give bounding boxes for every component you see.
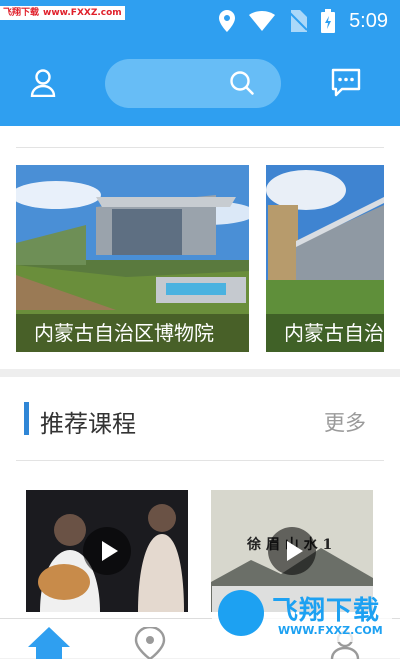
search-bar[interactable]: [105, 59, 281, 108]
play-button-icon[interactable]: [268, 527, 316, 575]
location-icon: [219, 10, 236, 32]
course-card[interactable]: [26, 490, 188, 612]
clock: 5:09: [349, 9, 388, 32]
watermark-top-brand: 飞翔下载: [3, 8, 40, 18]
divider: [16, 147, 384, 148]
section-title: 推荐课程: [40, 410, 136, 438]
watermark-logo-icon: [218, 590, 264, 636]
section-spacer: [0, 369, 400, 377]
museum-caption: 内蒙古自治区博物院: [16, 314, 249, 352]
status-bar: 飞翔下载 www.FXXZ.com 5:09: [0, 0, 400, 44]
status-icons: 5:09: [219, 9, 388, 33]
chat-icon[interactable]: [330, 68, 362, 102]
museum-card[interactable]: 内蒙古自治区博物院: [266, 165, 384, 352]
watermark-top-url: www.FXXZ.com: [43, 8, 122, 18]
battery-icon: [321, 9, 336, 33]
watermark-top: 飞翔下载 www.FXXZ.com: [0, 6, 125, 20]
museum-caption: 内蒙古自治区博物院: [266, 314, 384, 352]
home-icon[interactable]: [28, 627, 70, 659]
section-marker: [24, 402, 29, 435]
watermark-bottom: 飞翔下载 WWW.FXXZ.COM: [212, 586, 392, 642]
main-content: 内蒙古自治区博物院 内蒙古自治区博物院 推荐课程 更多: [0, 126, 400, 657]
divider: [16, 460, 384, 461]
watermark-bottom-url: WWW.FXXZ.COM: [278, 624, 383, 637]
user-icon[interactable]: [30, 69, 56, 101]
app-header: [0, 44, 400, 126]
no-sim-icon: [289, 10, 308, 32]
more-link[interactable]: 更多: [324, 407, 366, 437]
map-pin-icon[interactable]: [130, 627, 170, 659]
wifi-icon: [249, 11, 276, 31]
watermark-bottom-brand: 飞翔下载: [272, 596, 381, 626]
museum-card[interactable]: 内蒙古自治区博物院: [16, 165, 249, 352]
play-button-icon[interactable]: [83, 527, 131, 575]
search-icon[interactable]: [229, 70, 255, 96]
